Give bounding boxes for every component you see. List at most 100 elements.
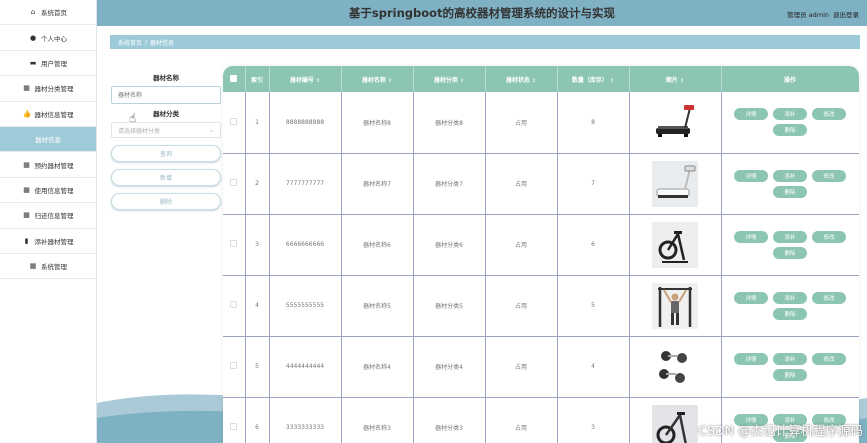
row-checkbox[interactable] <box>230 362 238 369</box>
category-select[interactable]: 请选择器材分类 ⌄ <box>111 122 221 138</box>
cell-status: 占用 <box>485 153 558 215</box>
search-panel: 器材名称 器材分类 请选择器材分类 ⌄ 查询 新增 删除 <box>111 68 221 217</box>
edit-button[interactable]: 修改 <box>812 352 846 365</box>
replenish-button[interactable]: 添补 <box>773 291 807 304</box>
row-select-cell <box>223 336 246 398</box>
sidebar-item[interactable]: ▦ 使用信息管理 <box>0 178 96 204</box>
column-header: 数量（库存） ⇕ <box>557 66 630 92</box>
detail-button[interactable]: 详情 <box>734 291 768 304</box>
sidebar-item-label: 用户管理 <box>41 59 67 68</box>
user-icon: ● <box>29 33 37 42</box>
replenish-button[interactable]: 添补 <box>773 230 807 243</box>
grid-icon: ▦ <box>23 84 30 93</box>
sort-icon[interactable]: ⇕ <box>316 78 320 84</box>
cell-quantity: 8 <box>557 92 630 154</box>
name-field-label: 器材名称 <box>153 74 179 82</box>
cell-status: 占用 <box>485 397 558 443</box>
detail-button[interactable]: 详情 <box>734 352 768 365</box>
logout-link[interactable]: 退出登录 <box>833 9 859 19</box>
sidebar-item[interactable]: 器材信息 <box>0 126 96 153</box>
sidebar-item-label: 添补器材管理 <box>34 237 74 246</box>
row-checkbox[interactable] <box>230 423 238 430</box>
sidebar-item-label: 个人中心 <box>41 34 67 43</box>
sidebar-item[interactable]: ▦ 预约器材管理 <box>0 152 96 178</box>
column-header: 操作 <box>721 66 859 92</box>
delete-row-button[interactable]: 删除 <box>773 307 807 320</box>
breadcrumb-current: 器材信息 <box>150 39 175 47</box>
cell-quantity: 7 <box>557 153 630 215</box>
sort-icon[interactable]: ⇕ <box>680 78 684 84</box>
row-select-cell <box>223 214 246 276</box>
table-row: 5 4444444444 器材名称4 器材分类4 占用 4 详情 添补 修改 删除 <box>223 336 859 398</box>
bar-chart-icon: ▮ <box>24 236 29 245</box>
sort-icon[interactable]: ⇕ <box>610 78 614 84</box>
hand-cursor-icon: ☝ <box>129 111 137 125</box>
sidebar-item-label: 预约器材管理 <box>34 161 74 170</box>
name-search-input[interactable] <box>111 86 221 104</box>
column-header: 器材分类 ⇕ <box>413 66 486 92</box>
app-root: ⌂ 系统首页 ● 个人中心 ▬ 用户管理 ▦ 器材分类管理 👍 器材信息管理 器材信息 ▦ 预约器材管理… <box>0 0 867 443</box>
replenish-button[interactable]: 添补 <box>773 352 807 365</box>
cell-operations: 详情 添补 修改 删除 <box>721 153 859 215</box>
cell-name: 器材名称6 <box>341 214 414 276</box>
thumb-icon: 👍 <box>22 109 32 118</box>
row-select-cell <box>223 397 246 443</box>
delete-row-button[interactable]: 删除 <box>773 185 807 198</box>
breadcrumb-home[interactable]: 系统首页 <box>118 38 142 47</box>
sort-icon[interactable]: ⇕ <box>532 78 536 84</box>
sidebar-item-label: 器材信息 <box>35 136 61 145</box>
cell-image <box>629 92 722 154</box>
select-all-column[interactable] <box>223 66 246 92</box>
cell-image <box>629 336 722 398</box>
edit-button[interactable]: 修改 <box>812 169 846 182</box>
sidebar-item[interactable]: 👍 器材信息管理 <box>0 102 96 127</box>
row-select-cell <box>223 153 246 215</box>
sidebar-item[interactable]: ▦ 系统管理 <box>0 254 96 280</box>
row-checkbox[interactable] <box>230 301 238 308</box>
delete-button[interactable]: 删除 <box>111 193 221 210</box>
detail-button[interactable]: 详情 <box>734 230 768 243</box>
edit-button[interactable]: 修改 <box>812 108 846 121</box>
cell-category: 器材分类7 <box>413 153 486 215</box>
equipment-image <box>652 404 698 443</box>
row-checkbox[interactable] <box>230 179 238 186</box>
detail-button[interactable]: 详情 <box>734 169 768 182</box>
detail-button[interactable]: 详情 <box>734 108 768 121</box>
sort-icon[interactable]: ⇕ <box>388 78 392 84</box>
replenish-button[interactable]: 添补 <box>773 169 807 182</box>
cell-operations: 详情 添补 修改 删除 <box>721 336 859 398</box>
delete-row-button[interactable]: 删除 <box>773 368 807 381</box>
sidebar-item[interactable]: ▦ 器材分类管理 <box>0 76 96 102</box>
sidebar-item[interactable]: ▬ 用户管理 <box>0 51 96 77</box>
breadcrumb: 系统首页 / 器材信息 <box>110 35 860 49</box>
sort-icon[interactable]: ⇕ <box>460 78 464 84</box>
column-header: 索引 <box>245 66 270 92</box>
main-content: 系统首页 / 器材信息 器材名称 器材分类 请选择器材分类 ⌄ 查询 新增 删除… <box>97 26 867 443</box>
row-select-cell <box>223 92 246 154</box>
sidebar-item[interactable]: ● 个人中心 <box>0 25 96 51</box>
delete-row-button[interactable]: 删除 <box>773 124 807 137</box>
edit-button[interactable]: 修改 <box>812 230 846 243</box>
replenish-button[interactable]: 添补 <box>773 108 807 121</box>
chevron-down-icon: ⌄ <box>208 126 214 134</box>
row-checkbox[interactable] <box>230 240 238 247</box>
row-checkbox[interactable] <box>230 117 238 125</box>
cell-index: 2 <box>245 153 270 215</box>
add-button[interactable]: 新增 <box>111 169 221 186</box>
select-all-checkbox[interactable] <box>230 74 238 82</box>
equipment-table-container: 索引 器材编号 ⇕ 器材名称 ⇕ 器材分类 ⇕ 器材状态 ⇕ 数量（库存） ⇕ 图片 ⇕ 操作 1 8888… <box>223 66 859 443</box>
cell-status: 占用 <box>485 214 558 276</box>
cell-image <box>629 214 722 276</box>
sidebar-item[interactable]: ▮ 添补器材管理 <box>0 229 96 254</box>
sidebar-item[interactable]: ▦ 归还信息管理 <box>0 203 96 229</box>
cell-index: 6 <box>245 397 270 443</box>
cell-category: 器材分类5 <box>413 275 486 337</box>
query-button[interactable]: 查询 <box>111 145 221 162</box>
cell-code: 8888888888 <box>269 92 342 154</box>
cell-operations: 详情 添补 修改 删除 <box>721 214 859 276</box>
home-icon: ⌂ <box>30 8 36 17</box>
edit-button[interactable]: 修改 <box>812 291 846 304</box>
delete-row-button[interactable]: 删除 <box>773 246 807 259</box>
sidebar-item[interactable]: ⌂ 系统首页 <box>0 0 96 26</box>
column-header-label: 图片 <box>665 76 678 84</box>
